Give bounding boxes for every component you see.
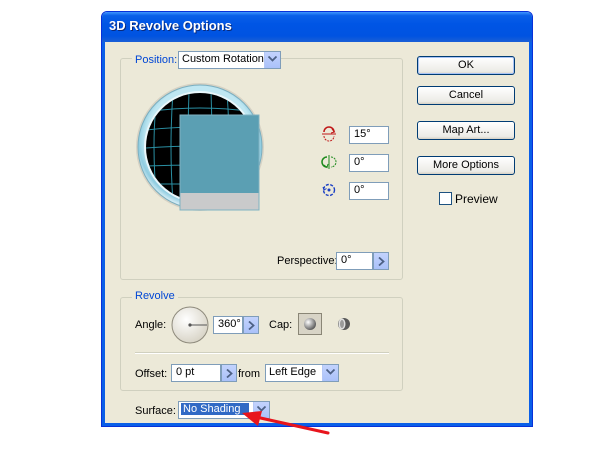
offset-value: 0 pt [176,366,195,378]
track-cube-widget[interactable] [135,82,265,212]
preview-checkbox[interactable] [439,192,452,205]
cap-on-button[interactable] [298,313,322,335]
cap-off-icon [338,318,350,330]
revolve-group-label: Revolve [132,290,178,302]
cancel-button[interactable]: Cancel [417,86,515,105]
rotation-y-input[interactable]: 0° [349,154,389,172]
perspective-value: 0° [341,254,352,266]
window-title: 3D Revolve Options [109,18,232,33]
angle-value: 360° [218,318,241,330]
position-dropdown[interactable]: Custom Rotation [178,51,281,69]
window-border-left [102,42,105,426]
chevron-right-icon [378,257,385,266]
rotate-z-axis-icon [321,182,337,198]
rotation-z-input[interactable]: 0° [349,182,389,200]
angle-dial-icon[interactable] [171,306,209,344]
chevron-down-icon[interactable] [264,52,280,68]
angle-arrow-button[interactable] [243,316,259,334]
cap-on-icon [304,318,316,330]
from-label: from [238,368,260,380]
track-cube-icon[interactable] [135,82,265,212]
chevron-down-icon[interactable] [322,365,338,381]
from-dropdown[interactable]: Left Edge [265,364,339,382]
preview-label: Preview [455,192,498,206]
perspective-arrow-button[interactable] [373,252,389,270]
revolve-separator [135,352,389,354]
ok-button[interactable]: OK [417,56,515,75]
from-dropdown-value: Left Edge [269,366,317,378]
chevron-right-icon [248,321,255,330]
surface-label: Surface: [135,405,176,417]
window-border-right [529,42,532,426]
rotate-y-axis-icon [321,154,337,170]
surface-dropdown-value: No Shading [181,403,249,415]
perspective-label: Perspective: [277,255,338,267]
rotation-z-value: 0° [354,184,365,196]
angle-label: Angle: [135,319,167,331]
rotation-x-value: 15° [354,128,371,140]
perspective-input[interactable]: 0° [336,252,373,270]
more-options-button[interactable]: More Options [417,156,515,175]
cap-off-button[interactable] [334,314,354,334]
rotation-y-value: 0° [354,156,365,168]
map-art-button[interactable]: Map Art... [417,121,515,140]
offset-input[interactable]: 0 pt [171,364,221,382]
rotation-x-input[interactable]: 15° [349,126,389,144]
rotate-x-axis-icon [321,126,337,142]
angle-input[interactable]: 360° [213,316,243,334]
title-bar[interactable]: 3D Revolve Options [102,12,532,42]
position-dropdown-value: Custom Rotation [182,53,264,65]
cap-label: Cap: [269,319,293,331]
chevron-right-icon [226,369,233,378]
red-arrow-annotation [240,408,332,438]
offset-arrow-button[interactable] [221,364,237,382]
position-group-label: Position: [132,54,181,66]
dialog-window: 3D Revolve Options Position: Custom Rota… [101,11,533,427]
offset-label: Offset: [135,368,168,380]
